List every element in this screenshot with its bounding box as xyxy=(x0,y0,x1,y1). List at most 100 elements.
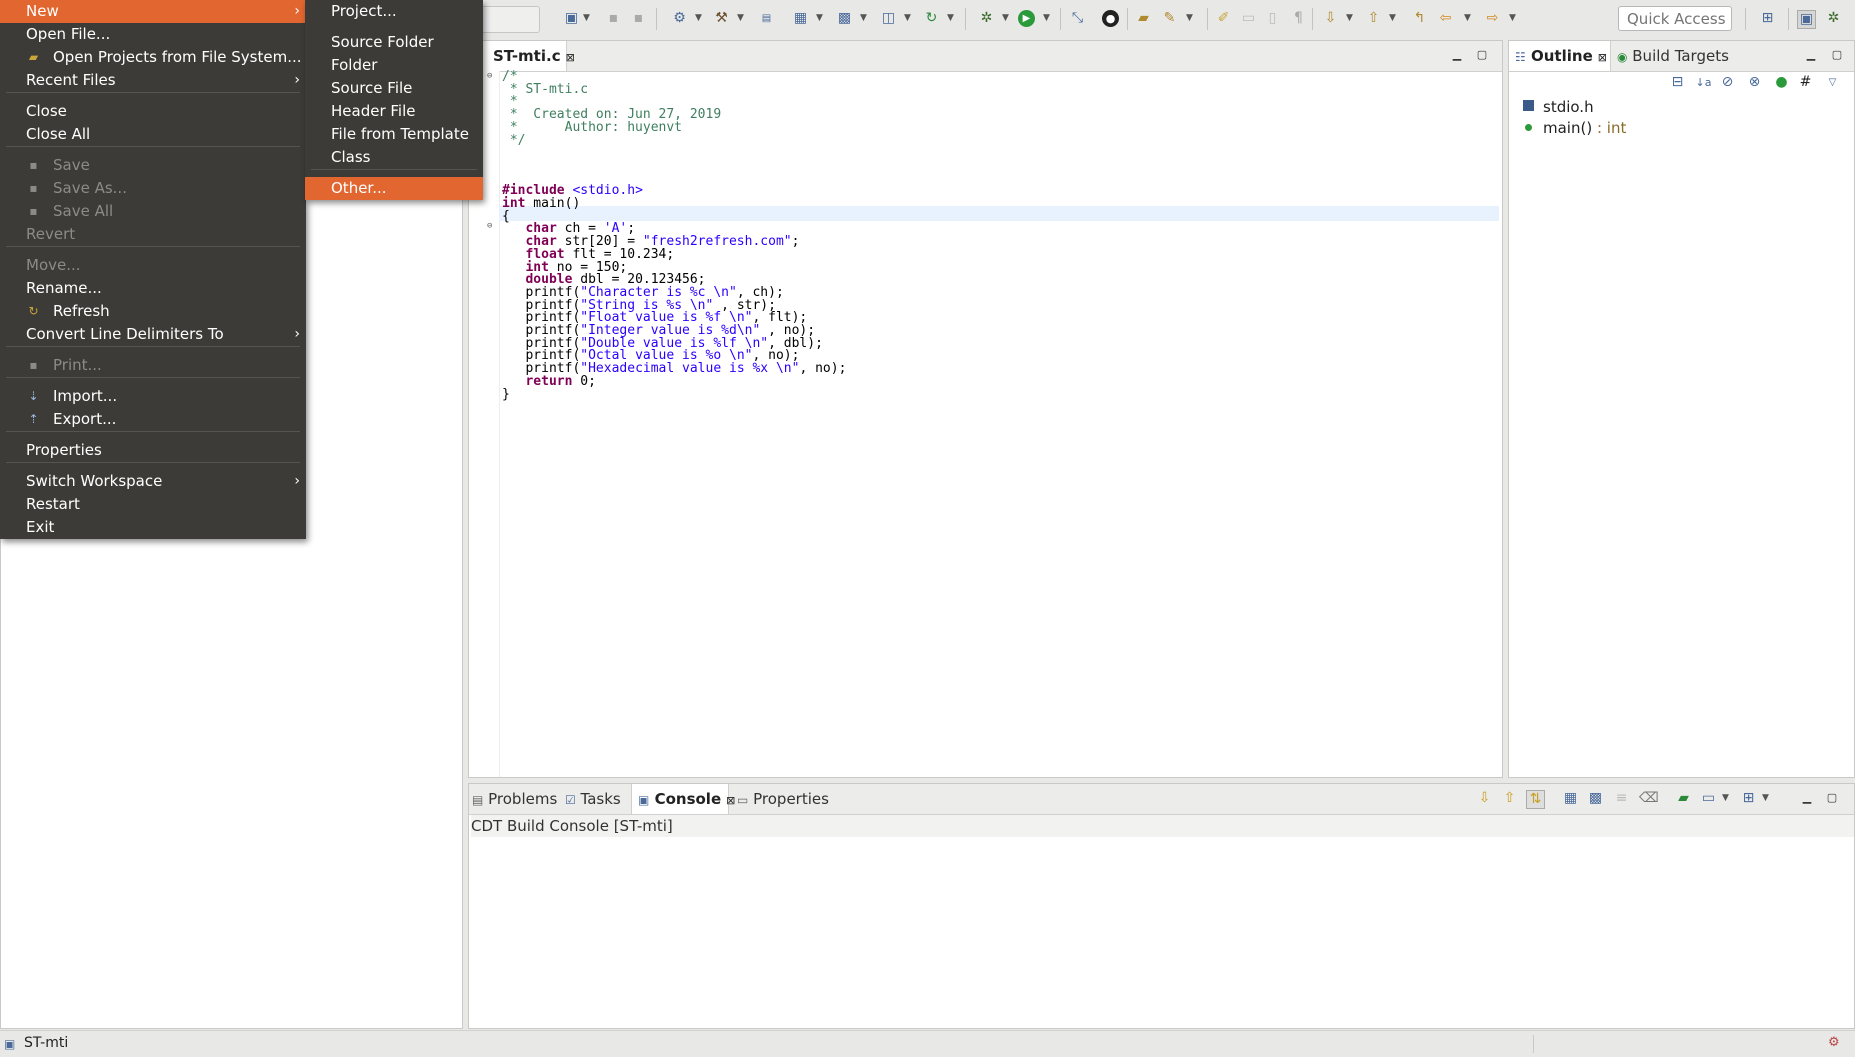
maximize-icon[interactable]: ▢ xyxy=(1475,48,1489,62)
run-icon[interactable]: ▶ xyxy=(1018,10,1035,27)
maximize-icon[interactable]: ▢ xyxy=(1830,48,1844,62)
file-menu-item[interactable]: ⇡ Export... xyxy=(0,408,306,431)
chevron-down-icon[interactable]: ▼ xyxy=(582,10,591,27)
file-menu-item[interactable]: Convert Line Delimiters To › xyxy=(0,323,306,346)
debug-bug-icon[interactable]: ✲ xyxy=(978,10,995,27)
refresh-icon[interactable]: ↻ xyxy=(923,10,940,27)
skip-breakpoints-icon[interactable]: ⤡ xyxy=(1069,10,1086,27)
minimize-icon[interactable]: ▁ xyxy=(1800,791,1814,805)
group-icon[interactable]: # xyxy=(1797,74,1814,91)
console-props-icon[interactable]: ▩ xyxy=(1587,790,1604,807)
file-menu-item[interactable]: Open File... xyxy=(0,23,306,46)
chevron-down-icon[interactable]: ▼ xyxy=(903,10,912,27)
minimize-icon[interactable]: ▁ xyxy=(1450,48,1464,62)
open-type-icon[interactable]: ▩ xyxy=(836,10,853,27)
chevron-down-icon[interactable]: ▼ xyxy=(859,10,868,27)
back-arrow-icon[interactable]: ⇦ xyxy=(1437,10,1454,27)
close-icon[interactable]: ⊠ xyxy=(1598,51,1607,64)
new-submenu-item[interactable]: Class xyxy=(305,146,483,169)
chevron-down-icon[interactable]: ▼ xyxy=(1721,790,1730,807)
tab-properties[interactable]: ▭ Properties xyxy=(737,784,829,814)
file-menu-item[interactable]: Rename... xyxy=(0,277,306,300)
open-folder-icon[interactable]: ▰ xyxy=(1135,10,1152,27)
forward-arrow-icon[interactable]: ⇨ xyxy=(1484,10,1501,27)
view-menu-icon[interactable]: ▽ xyxy=(1824,74,1841,91)
open-perspective-icon[interactable]: ⊞ xyxy=(1759,10,1776,27)
scroll-up-icon[interactable]: ⇧ xyxy=(1501,790,1518,807)
chevron-down-icon[interactable]: ▼ xyxy=(1001,10,1010,27)
file-menu-item[interactable]: Properties xyxy=(0,439,306,462)
status-progress-icon[interactable]: ⚙ xyxy=(1828,1035,1840,1050)
file-menu-item[interactable]: Switch Workspace › xyxy=(0,470,306,493)
scroll-down-icon[interactable]: ⇩ xyxy=(1476,790,1493,807)
chevron-down-icon[interactable]: ▼ xyxy=(1345,10,1354,27)
new-file-icon[interactable]: ▣ xyxy=(563,10,580,27)
file-menu-item[interactable]: Restart xyxy=(0,493,306,516)
code-line[interactable]: */ xyxy=(502,133,526,148)
toggle-mark-icon[interactable]: ▭ xyxy=(1240,10,1257,27)
sort-icon[interactable]: ↓a xyxy=(1695,74,1712,91)
hide-static-icon[interactable]: ⊗ xyxy=(1746,74,1763,91)
previous-annotation-icon[interactable]: ⇧ xyxy=(1365,10,1382,27)
chevron-down-icon[interactable]: ▼ xyxy=(1042,10,1051,27)
chevron-down-icon[interactable]: ▼ xyxy=(736,10,745,27)
pin-console-icon[interactable]: ▰ xyxy=(1675,790,1692,807)
chevron-down-icon[interactable]: ▼ xyxy=(946,10,955,27)
new-submenu-item[interactable]: Source Folder xyxy=(305,31,483,54)
file-menu-item[interactable]: New › xyxy=(0,0,306,23)
file-menu-item[interactable]: Exit xyxy=(0,516,306,539)
block-select-icon[interactable]: ▯ xyxy=(1264,10,1281,27)
build-hammer-icon[interactable]: ⚒ xyxy=(713,10,730,27)
editor-tab-st-mti[interactable]: ST-mti.c ⊠ xyxy=(469,41,575,71)
copy-console-icon[interactable]: ▦ xyxy=(1562,790,1579,807)
debug-perspective-icon[interactable]: ✲ xyxy=(1825,10,1842,27)
new-submenu-item[interactable]: Source File xyxy=(305,77,483,100)
tab-console[interactable]: ▣ Console ⊠ xyxy=(631,784,735,814)
close-icon[interactable]: ⊠ xyxy=(726,794,735,807)
hide-nonpublic-icon[interactable]: ● xyxy=(1773,74,1790,91)
file-menu-item[interactable]: Close xyxy=(0,100,306,123)
tab-problems[interactable]: ▤ Problems xyxy=(472,784,557,814)
chevron-down-icon[interactable]: ▼ xyxy=(1463,10,1472,27)
settings-icon[interactable]: ⚙ xyxy=(671,10,688,27)
display-console-icon[interactable]: ▭ xyxy=(1700,790,1717,807)
open-console-icon[interactable]: ⊞ xyxy=(1740,790,1757,807)
chevron-down-icon[interactable]: ▼ xyxy=(1508,10,1517,27)
new-submenu-item[interactable]: Other... xyxy=(305,177,483,200)
new-class-icon[interactable]: ◫ xyxy=(880,10,897,27)
clear-console-icon[interactable]: ⌫ xyxy=(1639,790,1659,807)
tab-tasks[interactable]: ☑ Tasks xyxy=(565,784,621,814)
new-submenu-item[interactable]: File from Template xyxy=(305,123,483,146)
file-menu-item[interactable]: ▰ Open Projects from File System... xyxy=(0,46,306,69)
save-all-icon[interactable]: ▪ xyxy=(630,10,647,27)
code-line[interactable]: return 0; xyxy=(502,374,595,389)
new-submenu-item[interactable]: Folder xyxy=(305,54,483,77)
code-line[interactable]: } xyxy=(502,387,510,402)
file-menu-item[interactable]: ⇣ Import... xyxy=(0,385,306,408)
last-edit-icon[interactable]: ↰ xyxy=(1411,10,1428,27)
outline-item-function[interactable]: main() : int xyxy=(1525,119,1626,137)
tab-outline[interactable]: ☷ Outline ⊠ xyxy=(1509,41,1611,71)
scroll-lock-icon[interactable]: ⇅ xyxy=(1526,790,1545,809)
fold-icon[interactable]: ⊖ xyxy=(487,221,492,231)
maximize-icon[interactable]: ▢ xyxy=(1825,791,1839,805)
show-whitespace-icon[interactable]: ¶ xyxy=(1290,10,1307,27)
save-icon[interactable]: ▪ xyxy=(605,10,622,27)
highlight-icon[interactable]: ✐ xyxy=(1215,10,1232,27)
chevron-down-icon[interactable]: ▼ xyxy=(1761,790,1770,807)
code-line[interactable]: int main() xyxy=(502,196,580,211)
chevron-down-icon[interactable]: ▼ xyxy=(815,10,824,27)
external-tools-icon[interactable]: ✎ xyxy=(1161,10,1178,27)
next-annotation-icon[interactable]: ⇩ xyxy=(1322,10,1339,27)
binary-icon[interactable]: ▤ xyxy=(758,10,775,27)
close-icon[interactable]: ⊠ xyxy=(566,51,575,64)
tab-build-targets[interactable]: ◉ Build Targets xyxy=(1617,41,1729,71)
chevron-down-icon[interactable]: ▼ xyxy=(1185,10,1194,27)
chevron-down-icon[interactable]: ▼ xyxy=(1388,10,1397,27)
minimize-icon[interactable]: ▁ xyxy=(1804,48,1818,62)
file-menu-item[interactable]: Close All xyxy=(0,123,306,146)
new-submenu-item[interactable]: Project... xyxy=(305,0,483,23)
file-menu-item[interactable]: ↻ Refresh xyxy=(0,300,306,323)
quick-access-input[interactable] xyxy=(1618,6,1732,31)
chevron-down-icon[interactable]: ▼ xyxy=(694,10,703,27)
